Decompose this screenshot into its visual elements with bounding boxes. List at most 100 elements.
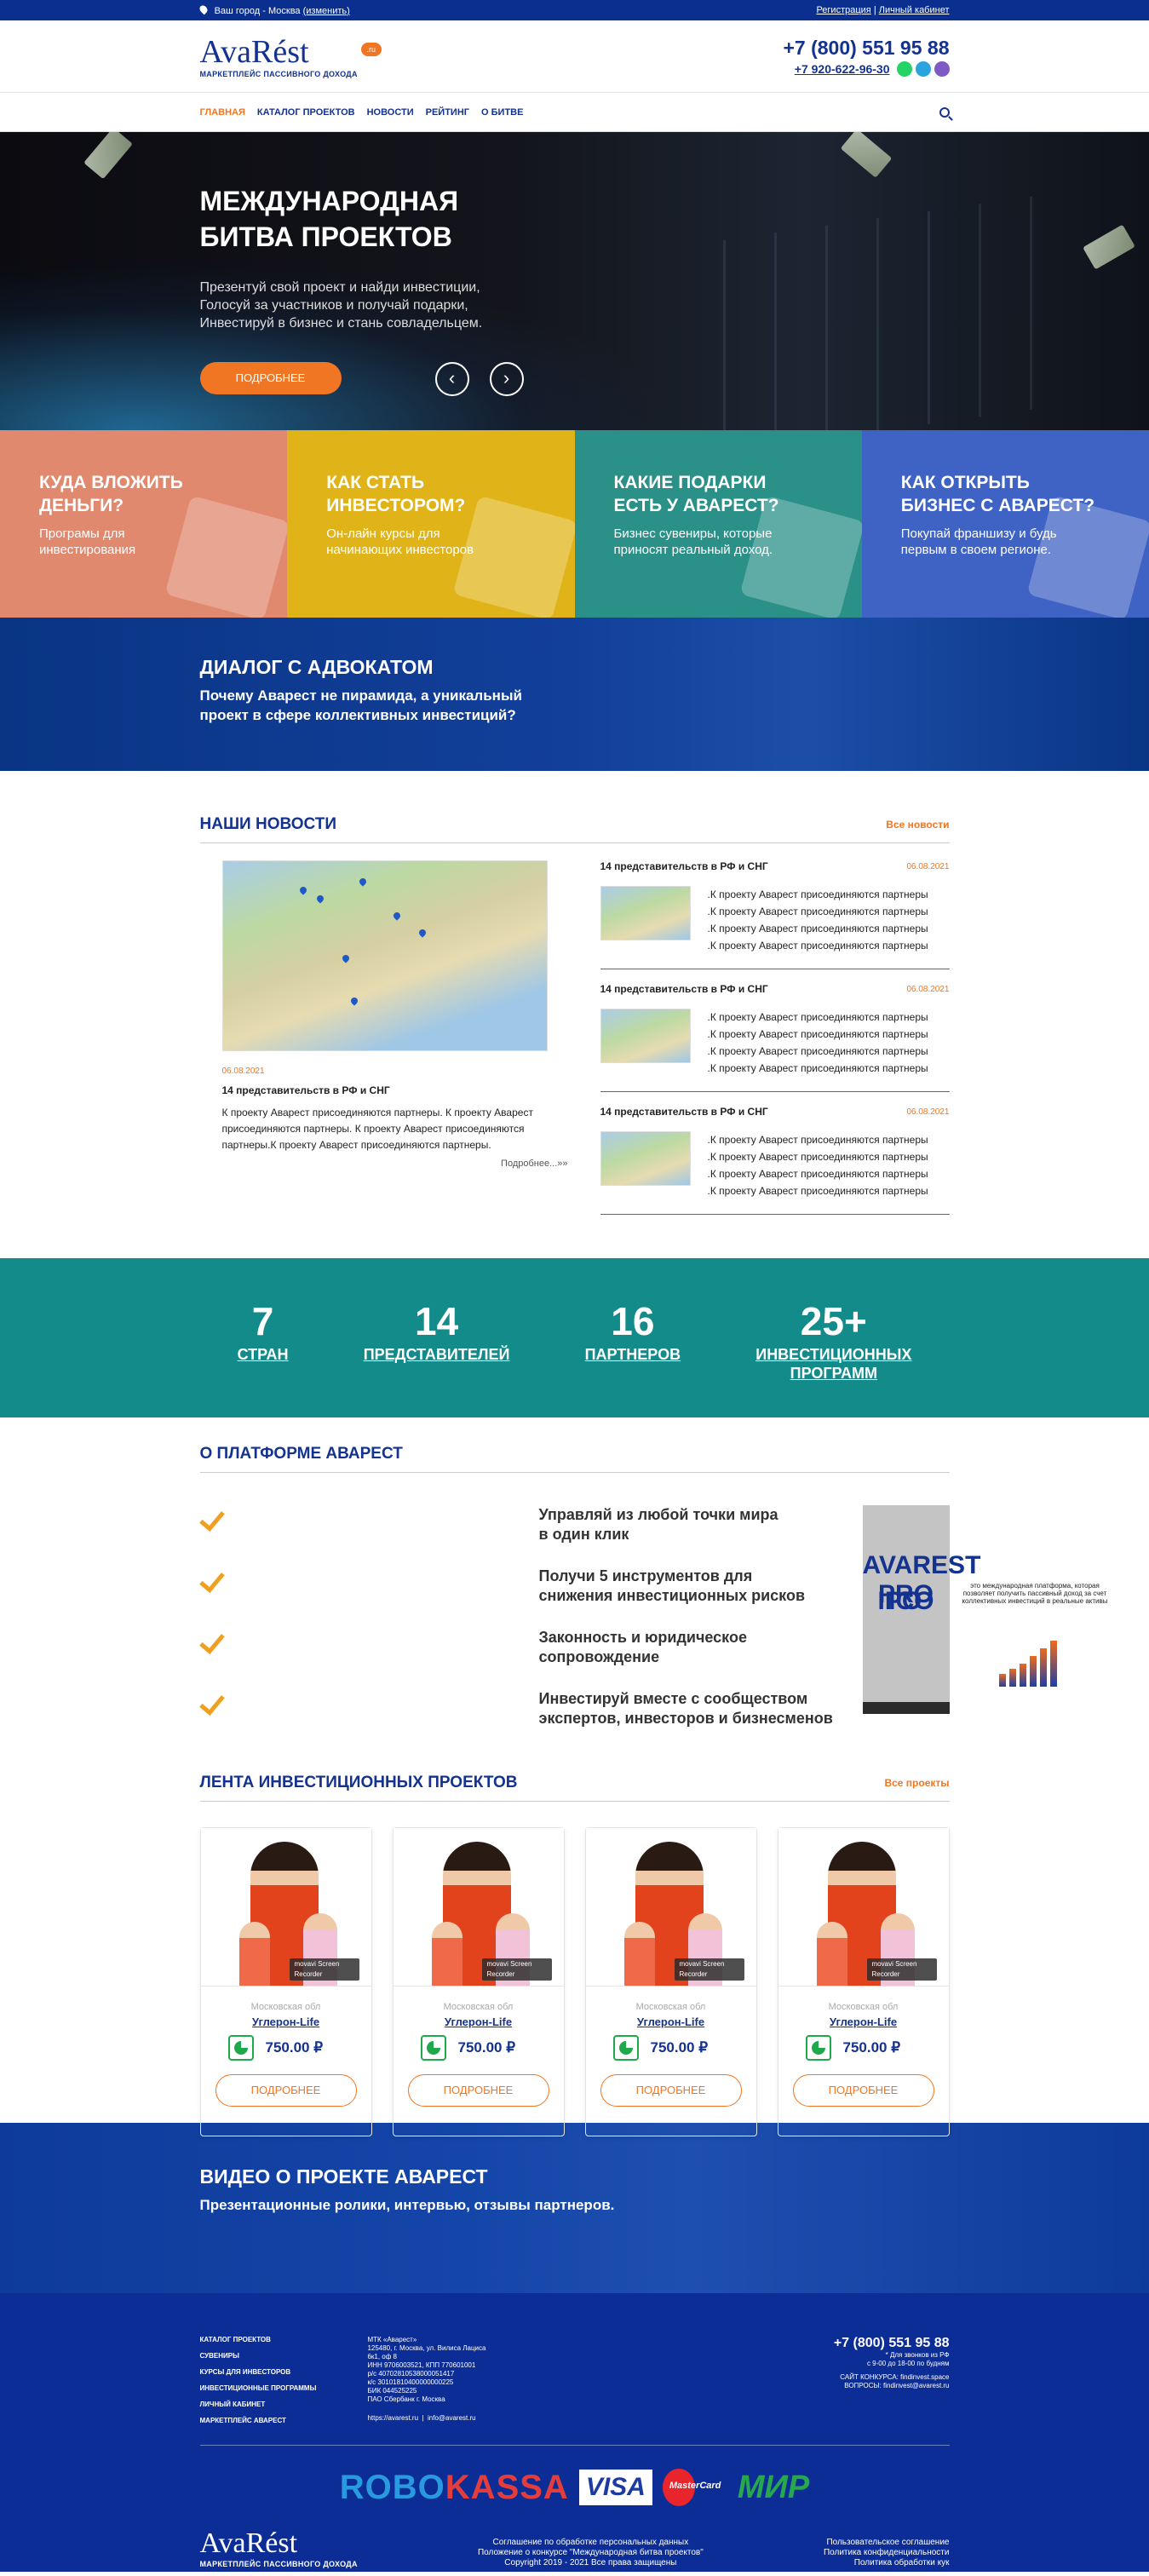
- map-marker-icon: [314, 894, 325, 904]
- logo[interactable]: AvaRést .ru МАРКЕТПЛЕЙС ПАССИВНОГО ДОХОДА: [200, 36, 382, 78]
- footer-link[interactable]: МАРКЕТПЛЕЙС АВАРЕСТ: [200, 2417, 317, 2424]
- project-more-button[interactable]: ПОДРОБНЕЕ: [600, 2074, 742, 2107]
- checkmark-icon: [200, 1628, 524, 1652]
- stat-partners[interactable]: 16 ПАРТНЕРОВ: [585, 1299, 681, 1364]
- footer-separator: |: [422, 2414, 424, 2422]
- nav-item-catalog[interactable]: КАТАЛОГ ПРОЕКТОВ: [257, 107, 355, 118]
- phone-second[interactable]: +7 920-622-96-30: [795, 62, 890, 76]
- platform-video[interactable]: AVAREST PRO IPO ICO это международная пл…: [862, 1505, 1108, 1714]
- stat-programs[interactable]: 25+ ИНВЕСТИЦИОННЫХ ПРОГРАММ: [755, 1299, 911, 1383]
- site-footer: КАТАЛОГ ПРОЕКТОВ СУВЕНИРЫ КУРСЫ ДЛЯ ИНВЕ…: [0, 2293, 1149, 2572]
- visa-logo: VISA: [578, 2470, 652, 2505]
- recorder-watermark: movavi Screen Recorder: [481, 1958, 552, 1981]
- list-item[interactable]: 14 представительств в РФ и СНГ 06.08.2021…: [600, 983, 950, 1092]
- nav-item-news[interactable]: НОВОСТИ: [367, 107, 414, 118]
- user-agreement-link[interactable]: Пользовательское соглашение: [824, 2538, 949, 2548]
- footer-link[interactable]: СУВЕНИРЫ: [200, 2352, 317, 2360]
- news-more-link[interactable]: Подробнее...»»: [222, 1159, 567, 1169]
- all-projects-link[interactable]: Все проекты: [884, 1777, 949, 1789]
- news-thumb: [600, 1009, 691, 1063]
- map-marker-icon: [417, 928, 428, 938]
- cookie-policy-link[interactable]: Политика обработки кук: [824, 2558, 950, 2568]
- footer-link[interactable]: КУРСЫ ДЛЯ ИНВЕСТОРОВ: [200, 2368, 317, 2376]
- video-banner-text: Презентационные ролики, интервью, отзывы…: [199, 2197, 615, 2213]
- footer-link[interactable]: КАТАЛОГ ПРОЕКТОВ: [200, 2336, 317, 2343]
- stat-representatives[interactable]: 14 ПРЕДСТАВИТЕЛЕЙ: [364, 1299, 510, 1364]
- city-change-link[interactable]: (изменить): [303, 6, 350, 16]
- privacy-policy-link[interactable]: Политика конфиденциальности: [824, 2548, 950, 2558]
- project-card[interactable]: movavi Screen Recorder Московская обл Уг…: [777, 1827, 950, 2136]
- nav-item-rating[interactable]: РЕЙТИНГ: [426, 107, 469, 118]
- hero-title: МЕЖДУНАРОДНАЯ БИТВА ПРОЕКТОВ: [199, 186, 459, 252]
- project-name[interactable]: Углерон-Life: [586, 2015, 756, 2028]
- slider-next-button[interactable]: ›: [489, 362, 524, 396]
- footer-divider: [199, 2445, 950, 2446]
- whatsapp-icon[interactable]: [896, 61, 912, 77]
- phone-main[interactable]: +7 (800) 551 95 88: [783, 37, 949, 60]
- header-phones: +7 (800) 551 95 88 +7 920-622-96-30: [783, 37, 950, 77]
- auth-separator: |: [873, 5, 876, 15]
- map-marker-icon: [348, 996, 359, 1006]
- recorder-watermark: movavi Screen Recorder: [289, 1958, 359, 1981]
- all-news-link[interactable]: Все новости: [886, 819, 949, 831]
- nav-item-home[interactable]: ГЛАВНАЯ: [200, 107, 245, 118]
- footer-phone[interactable]: +7 (800) 551 95 88: [834, 2336, 950, 2351]
- featured-news[interactable]: 06.08.2021 14 представительств в РФ и СН…: [200, 860, 568, 1228]
- list-item[interactable]: 14 представительств в РФ и СНГ 06.08.2021…: [600, 1106, 950, 1215]
- logo-badge: .ru: [360, 42, 382, 56]
- news-item-title[interactable]: 14 представительств в РФ и СНГ: [600, 860, 768, 872]
- tile-invest-money[interactable]: КУДА ВЛОЖИТЬ ДЕНЬГИ? Програмы для инвестир…: [0, 430, 288, 618]
- stat-countries[interactable]: 7 СТРАН: [238, 1299, 289, 1364]
- pd-agreement-link[interactable]: Соглашение по обработке персональных дан…: [478, 2538, 704, 2548]
- news-item-text: .К проекту Аварест присоединяются партне…: [707, 1011, 928, 1074]
- project-card[interactable]: movavi Screen Recorder Московская обл Уг…: [584, 1827, 757, 2136]
- video-banner[interactable]: ВИДЕО О ПРОЕКТЕ АВАРЕСТ Презентационные …: [0, 2123, 1149, 2293]
- news-headline[interactable]: 14 представительств в РФ и СНГ: [222, 1084, 568, 1096]
- nav-item-battle[interactable]: О БИТВЕ: [481, 107, 523, 118]
- company-details: МТК «Аварест» 125480, г. Москва, ул. Вил…: [367, 2336, 486, 2422]
- viber-icon[interactable]: [934, 61, 950, 77]
- footer-link[interactable]: ИНВЕСТИЦИОННЫЕ ПРОГРАММЫ: [200, 2384, 317, 2392]
- tile-open-business[interactable]: КАК ОТКРЫТЬ БИЗНЕС С АВАРЕСТ? Покупай фра…: [861, 430, 1149, 618]
- project-more-button[interactable]: ПОДРОБНЕЕ: [792, 2074, 934, 2107]
- map-marker-icon: [391, 911, 402, 921]
- project-image: movavi Screen Recorder: [585, 1828, 756, 1987]
- slider-prev-button[interactable]: ‹: [434, 362, 469, 396]
- money-bill-icon: [83, 132, 133, 180]
- project-card[interactable]: movavi Screen Recorder Московская обл Уг…: [392, 1827, 565, 2136]
- footer-email-link[interactable]: info@avarest.ru: [428, 2414, 476, 2422]
- search-icon[interactable]: [939, 107, 950, 118]
- project-image: movavi Screen Recorder: [200, 1828, 371, 1987]
- project-name[interactable]: Углерон-Life: [394, 2015, 564, 2028]
- video-controls[interactable]: [862, 1702, 950, 1714]
- mastercard-logo: MasterCard: [662, 2469, 727, 2506]
- project-name[interactable]: Углерон-Life: [201, 2015, 371, 2028]
- growth-bar: [1019, 1664, 1026, 1687]
- money-bill-icon: [1083, 224, 1135, 270]
- tile-gifts[interactable]: КАКИЕ ПОДАРКИ ЕСТЬ У АВАРЕСТ? Бизнес суве…: [574, 430, 862, 618]
- telegram-icon[interactable]: [915, 61, 931, 77]
- copyright: Copyright 2019 - 2021 Все права защищены: [504, 2558, 677, 2567]
- footer-legal: Соглашение по обработке персональных дан…: [478, 2538, 704, 2568]
- project-card[interactable]: movavi Screen Recorder Московская обл Уг…: [199, 1827, 372, 2136]
- hero-more-button[interactable]: ПОДРОБНЕЕ: [199, 362, 342, 394]
- project-more-button[interactable]: ПОДРОБНЕЕ: [407, 2074, 549, 2107]
- checkmark-icon: [200, 1689, 524, 1713]
- contest-rules-link[interactable]: Положение о конкурсе "Международная битв…: [478, 2548, 704, 2558]
- cabinet-link[interactable]: Личный кабинет: [879, 5, 950, 15]
- list-item[interactable]: 14 представительств в РФ и СНГ 06.08.2021…: [600, 860, 950, 969]
- city-label: Ваш город - Москва: [214, 5, 301, 16]
- footer-site-link[interactable]: https://avarest.ru: [367, 2414, 418, 2422]
- project-more-button[interactable]: ПОДРОБНЕЕ: [215, 2074, 357, 2107]
- news-item-title[interactable]: 14 представительств в РФ и СНГ: [600, 1106, 768, 1118]
- pie-chart-icon: [227, 2035, 254, 2061]
- tile-become-investor[interactable]: КАК СТАТЬ ИНВЕСТОРОМ? Он-лайн курсы для на…: [287, 430, 575, 618]
- news-item-title[interactable]: 14 представительств в РФ и СНГ: [600, 983, 768, 995]
- project-region: Московская обл: [828, 2002, 899, 2012]
- register-link[interactable]: Регистрация: [816, 5, 870, 15]
- footer-link[interactable]: ЛИЧНЫЙ КАБИНЕТ: [200, 2401, 317, 2408]
- project-name[interactable]: Углерон-Life: [778, 2015, 949, 2028]
- lawyer-banner[interactable]: ДИАЛОГ С АДВОКАТОМ Почему Аварест не пир…: [0, 618, 1149, 771]
- footer-logo[interactable]: AvaRést МАРКЕТПЛЕЙС ПАССИВНОГО ДОХОДА: [200, 2529, 358, 2569]
- list-item: Законность и юридическое сопровождение: [200, 1628, 863, 1667]
